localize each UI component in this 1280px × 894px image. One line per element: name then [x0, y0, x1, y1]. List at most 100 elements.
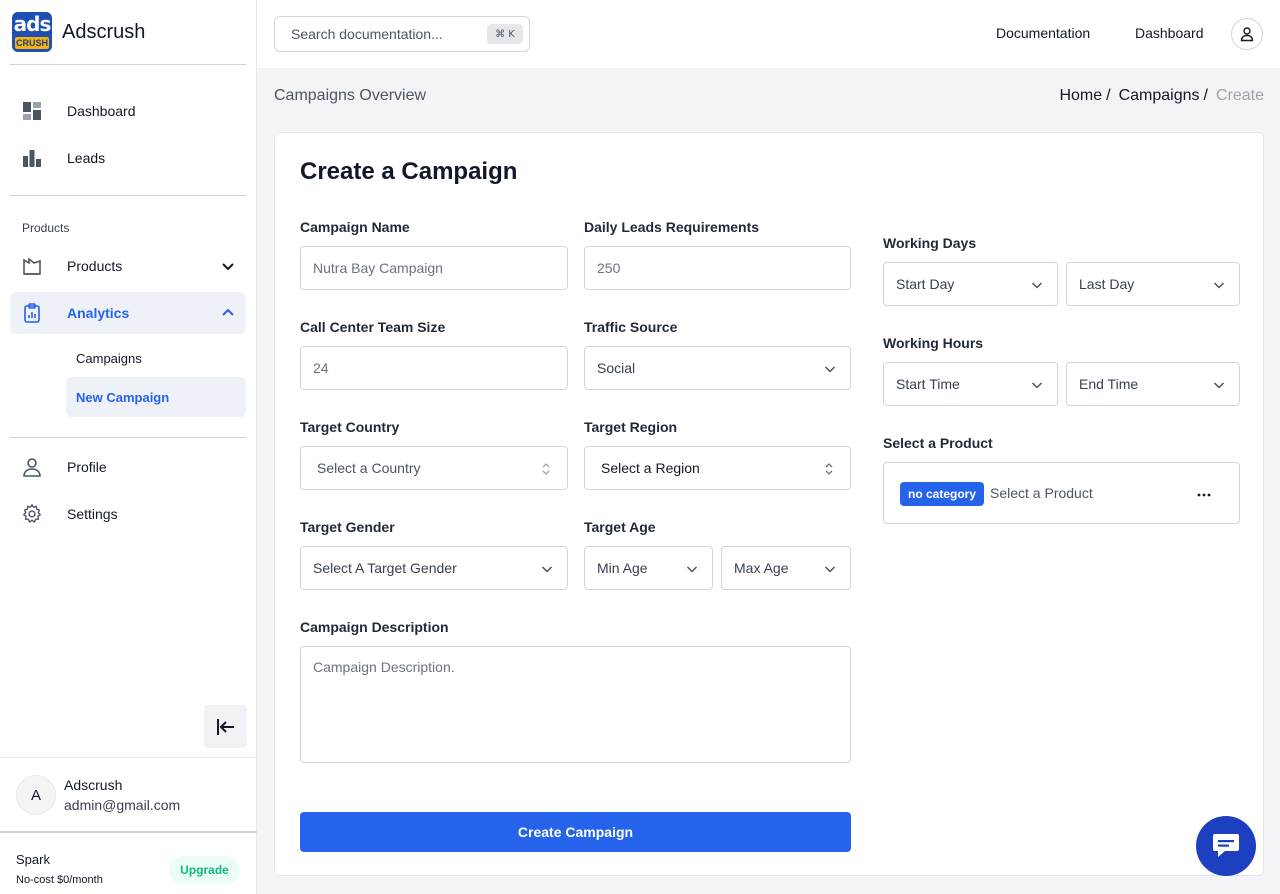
start-time-select[interactable]: Start Time	[883, 362, 1058, 406]
plan-card: Spark No-cost $0/month Upgrade	[0, 831, 257, 894]
team-size-label: Call Center Team Size	[300, 319, 446, 335]
team-size-input[interactable]	[301, 347, 567, 389]
campaign-name-field	[300, 246, 568, 290]
topbar: ⌘ K Documentation Dashboard	[257, 0, 1280, 68]
target-country-value: Select a Country	[317, 460, 421, 476]
chat-icon	[1213, 834, 1239, 857]
chevron-down-icon	[1031, 382, 1043, 389]
traffic-source-select[interactable]: Social	[584, 346, 851, 390]
chevron-down-icon	[1213, 382, 1225, 389]
more-horizontal-icon[interactable]	[1196, 487, 1212, 503]
start-day-value: Start Day	[896, 276, 955, 292]
target-gender-value: Select A Target Gender	[313, 560, 457, 576]
breadcrumb-campaigns[interactable]: Campaigns	[1119, 87, 1200, 105]
daily-leads-input[interactable]	[585, 247, 850, 289]
select-product-label: Select a Product	[883, 435, 993, 451]
sidebar-item-analytics[interactable]: Analytics	[10, 292, 246, 334]
page-title: Campaigns Overview	[274, 87, 427, 104]
upgrade-button[interactable]: Upgrade	[169, 856, 240, 884]
chevron-up-down-icon	[825, 463, 833, 475]
product-picker[interactable]: no category Select a Product	[883, 462, 1240, 524]
logo-text-bottom: CRUSH	[15, 37, 49, 49]
working-hours-label: Working Hours	[883, 335, 984, 351]
campaign-description-field	[300, 646, 851, 763]
user-icon	[21, 456, 43, 478]
campaign-description-label: Campaign Description	[300, 619, 449, 635]
sidebar-item-leads[interactable]: Leads	[10, 137, 246, 179]
target-region-select[interactable]: Select a Region	[584, 446, 851, 490]
end-time-value: End Time	[1079, 376, 1139, 392]
breadcrumb-home[interactable]: Home	[1059, 87, 1102, 105]
last-day-value: Last Day	[1079, 276, 1135, 292]
dashboard-link[interactable]: Dashboard	[1135, 25, 1204, 41]
sidebar-subitem-new-campaign[interactable]: New Campaign	[66, 377, 246, 417]
campaign-description-input[interactable]	[301, 647, 850, 762]
bar-chart-icon	[21, 147, 43, 169]
chevron-down-icon	[1213, 282, 1225, 289]
target-country-select[interactable]: Select a Country	[300, 446, 568, 490]
sidebar-divider	[10, 64, 246, 65]
breadcrumb-current: Create	[1215, 87, 1264, 104]
sidebar-item-label: Dashboard	[67, 103, 136, 119]
campaign-name-input[interactable]	[301, 247, 567, 289]
campaign-name-label: Campaign Name	[300, 219, 410, 235]
chevron-down-icon	[824, 366, 836, 373]
user-name: Adscrush	[64, 777, 123, 793]
brand[interactable]: ads CRUSH Adscrush	[12, 12, 145, 52]
chat-button[interactable]	[1196, 816, 1256, 876]
target-gender-select[interactable]: Select A Target Gender	[300, 546, 568, 590]
collapse-left-icon	[216, 718, 234, 735]
sidebar-item-settings[interactable]: Settings	[10, 493, 246, 535]
plan-name: Spark	[16, 852, 50, 867]
daily-leads-field	[584, 246, 851, 290]
user-icon	[1240, 27, 1254, 42]
sidebar-subitem-campaigns[interactable]: Campaigns	[66, 338, 246, 378]
form-title: Create a Campaign	[300, 158, 518, 185]
dashboard-icon	[21, 100, 43, 122]
target-country-label: Target Country	[300, 419, 400, 435]
sidebar-item-label: Leads	[67, 150, 106, 166]
user-card[interactable]: A Adscrush admin@gmail.com	[0, 757, 257, 831]
sidebar: ads CRUSH Adscrush Dashboard Leads Produ…	[0, 0, 257, 894]
team-size-field	[300, 346, 568, 390]
max-age-select[interactable]: Max Age	[721, 546, 851, 590]
keyboard-shortcut-badge: ⌘ K	[487, 24, 523, 44]
min-age-value: Min Age	[597, 560, 648, 576]
user-email: admin@gmail.com	[64, 797, 181, 813]
sidebar-section-label: Products	[22, 221, 70, 235]
gear-icon	[21, 503, 43, 525]
traffic-source-label: Traffic Source	[584, 319, 678, 335]
brand-name: Adscrush	[62, 20, 146, 43]
sidebar-item-dashboard[interactable]: Dashboard	[10, 90, 246, 132]
user-menu-button[interactable]	[1231, 18, 1263, 50]
chevron-down-icon	[222, 263, 234, 271]
breadcrumb: Home / Campaigns / Create	[1059, 87, 1264, 105]
max-age-value: Max Age	[734, 560, 789, 576]
last-day-select[interactable]: Last Day	[1066, 262, 1240, 306]
chevron-down-icon	[824, 566, 836, 573]
search-box[interactable]: ⌘ K	[274, 16, 530, 52]
min-age-select[interactable]: Min Age	[584, 546, 713, 590]
chevron-up-down-icon	[542, 463, 550, 475]
sidebar-item-profile[interactable]: Profile	[10, 446, 246, 488]
sidebar-item-label: Analytics	[67, 305, 130, 321]
brand-logo: ads CRUSH	[12, 12, 52, 52]
avatar: A	[16, 775, 56, 815]
chevron-down-icon	[1031, 282, 1043, 289]
target-gender-label: Target Gender	[300, 519, 395, 535]
sidebar-divider	[10, 195, 246, 196]
sidebar-item-label: Products	[67, 258, 123, 274]
box-icon	[21, 255, 43, 277]
traffic-source-value: Social	[597, 360, 636, 376]
target-region-label: Target Region	[584, 419, 678, 435]
target-age-label: Target Age	[584, 519, 656, 535]
documentation-link[interactable]: Documentation	[996, 25, 1090, 41]
sidebar-item-label: Settings	[67, 506, 118, 522]
chevron-down-icon	[541, 566, 553, 573]
search-input[interactable]	[276, 18, 476, 50]
start-day-select[interactable]: Start Day	[883, 262, 1058, 306]
collapse-sidebar-button[interactable]	[204, 705, 247, 748]
end-time-select[interactable]: End Time	[1066, 362, 1240, 406]
create-campaign-button[interactable]: Create Campaign	[300, 812, 851, 852]
sidebar-item-products[interactable]: Products	[10, 245, 246, 287]
